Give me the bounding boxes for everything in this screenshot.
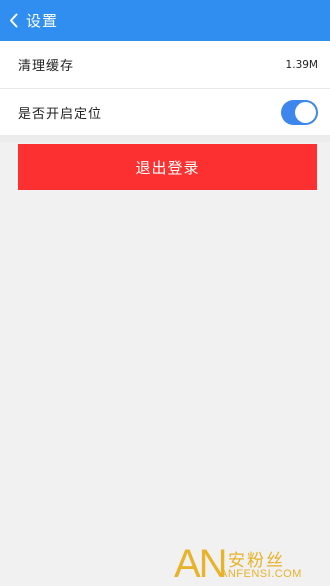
cache-size-value: 1.39M [285, 58, 318, 71]
location-label: 是否开启定位 [18, 106, 103, 122]
watermark-an-text: AN [174, 542, 228, 586]
chevron-left-icon [10, 13, 18, 28]
toggle-knob [295, 101, 316, 123]
section-divider [0, 135, 330, 142]
clear-cache-label: 清理缓存 [18, 59, 75, 74]
location-toggle[interactable] [281, 99, 318, 125]
page-title: 设置 [26, 12, 59, 30]
settings-list: 清理缓存 1.39M 是否开启定位 [0, 41, 330, 135]
location-row: 是否开启定位 [0, 88, 330, 135]
back-button[interactable] [0, 0, 24, 41]
clear-cache-row[interactable]: 清理缓存 1.39M [0, 41, 330, 88]
app-header: 设置 [0, 0, 330, 41]
watermark-logo: AN 安粉丝 ANFENSI.COM [174, 544, 324, 584]
logout-button[interactable]: 退出登录 [18, 144, 317, 190]
watermark-english-text: ANFENSI.COM [220, 568, 302, 580]
